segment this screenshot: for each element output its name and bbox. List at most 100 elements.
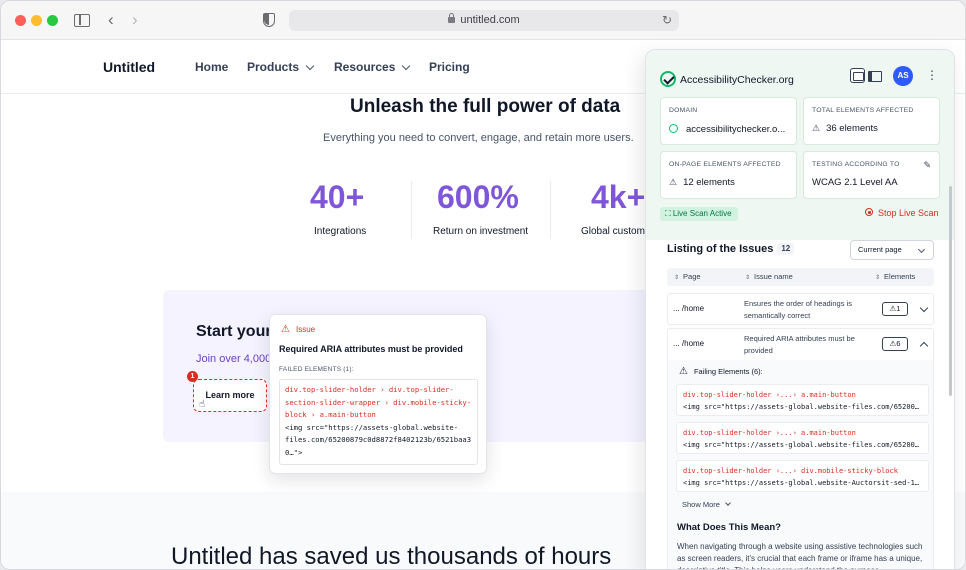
chevron-up-icon[interactable] [919,341,929,351]
live-scan-status: ⛶ Live Scan Active [660,207,738,221]
more-options-icon[interactable]: ⋮ [926,67,938,83]
failing-element-selector: div.top-slider-holder ›...› a.main-butto… [683,389,922,401]
nav-products-label: Products [247,60,300,74]
address-bar[interactable]: untitled.com ↻ [289,10,679,31]
failed-elements-label: FAILED ELEMENTS (1): [279,366,354,373]
chevron-down-icon[interactable] [919,303,929,313]
close-window-button[interactable] [15,15,26,26]
row-page: ... /home [673,304,705,313]
failing-elements-label-text: Failing Elements (6): [693,367,763,376]
extension-logo-text: AccessibilityChecker.org [680,74,794,86]
code-html-line: files.com/65200879c0d8872f8402123b/6521b… [285,435,472,444]
code-html-line: 0…"> [285,447,303,457]
chevron-down-icon [725,500,731,506]
issues-list-title: Listing of the Issues 12 [667,243,795,256]
nav-pricing[interactable]: Pricing [429,60,470,74]
zoom-window-button[interactable] [47,15,58,26]
reload-icon[interactable]: ↻ [662,10,672,31]
nav-products[interactable]: Products [247,60,315,74]
cta-title: Start your [196,323,272,340]
nav-resources-label: Resources [334,60,396,74]
failed-element-code: div.top-slider-holder › div.top-slider- … [279,379,478,465]
row-element-count-value: 1 [896,304,901,313]
privacy-shield-icon[interactable] [263,13,275,27]
back-arrow-icon[interactable]: ‹ [108,11,114,29]
column-header-elements-label: Elements [884,272,916,281]
nav-home[interactable]: Home [195,60,228,74]
show-more-button[interactable]: Show More [682,500,731,509]
code-selector-line: block › a.main-button [285,410,376,419]
issue-popup-title: Required ARIA attributes must be provide… [279,344,463,354]
stat-label: Global custom [581,226,645,237]
issue-popup-header: ⚠ Issue [281,325,315,335]
minimize-window-button[interactable] [31,15,42,26]
issues-table-header: ⇕ Page ⇕ Issue name ⇕ Elements [667,268,934,286]
extension-summary: AccessibilityChecker.org AS ⋮ DOMAIN acc… [646,50,954,240]
column-header-page[interactable]: ⇕ Page [674,272,701,281]
table-row[interactable]: ... /home Required ARIA attributes must … [667,328,934,360]
selector-prefix: div.top-slider-holder ›...› [683,467,802,475]
failing-element-selector: div.top-slider-holder ›...› div.mobile-s… [683,465,922,477]
check-circle-icon [669,124,678,133]
warning-icon: ⚠ [669,177,678,187]
total-elements-value: 36 elements [826,123,878,134]
meaning-body: When navigating through a website using … [677,542,923,569]
failing-element-code: <img src="https://assets-global.website-… [683,441,920,449]
cta-subtitle: Join over 4,000 [196,353,272,365]
window-mode-icon[interactable] [850,68,865,83]
testing-standard-value: WCAG 2.1 Level AA [812,177,898,188]
stop-live-scan-button[interactable]: Stop Live Scan [865,208,939,218]
issue-marker-badge[interactable]: 1 [187,371,198,382]
testimonial-title: Untitled has saved us thousands of hours [171,543,612,570]
code-selector-line: div.top-slider-holder › div.top-slider- [285,385,454,394]
failing-elements-label: ⚠ Failing Elements (6): [679,367,763,377]
row-page: ... /home [673,339,705,348]
chevron-down-icon [402,61,411,71]
failing-element-card[interactable]: div.top-slider-holder ›...› div.mobile-s… [676,460,929,492]
card-label: TESTING ACCORDING TO [812,161,900,168]
issues-count-badge: 12 [777,243,795,255]
card-label: DOMAIN [669,107,698,114]
stat-divider [550,181,551,239]
domain-value: accessibilitychecker.o... [686,124,786,135]
selector-target: a.main-button [801,391,856,399]
issue-popup-header-label: Issue [295,325,316,334]
panel-scrollbar[interactable] [949,186,952,396]
hand-cursor-icon: ☝ [199,399,206,410]
stop-live-scan-label: Stop Live Scan [878,208,939,218]
lock-icon [448,13,456,23]
nav-resources[interactable]: Resources [334,60,411,74]
failing-element-card[interactable]: div.top-slider-holder ›...› a.main-butto… [676,384,929,416]
failing-element-card[interactable]: div.top-slider-holder ›...› a.main-butto… [676,422,929,454]
sort-icon: ⇕ [745,275,751,281]
card-value: accessibilitychecker.o... [669,123,785,135]
accessibility-extension-panel: AccessibilityChecker.org AS ⋮ DOMAIN acc… [645,49,955,569]
card-label: TOTAL ELEMENTS AFFECTED [812,107,914,114]
edit-pencil-icon[interactable]: ✎ [923,160,931,171]
on-page-elements-card: ON-PAGE ELEMENTS AFFECTED ⚠ 12 elements [660,151,797,199]
card-label: ON-PAGE ELEMENTS AFFECTED [669,161,781,168]
hero-subtitle: Everything you need to convert, engage, … [323,132,634,144]
checkmark-logo-icon [660,71,676,87]
warning-icon: ⚠ [812,123,821,133]
forward-arrow-icon[interactable]: › [132,11,138,29]
issue-details: ⚠ Failing Elements (6): div.top-slider-ho… [667,360,934,569]
column-header-issue[interactable]: ⇕ Issue name [745,272,793,281]
page-filter-select[interactable]: Current page [850,240,934,260]
testing-standard-card[interactable]: TESTING ACCORDING TO ✎ WCAG 2.1 Level AA [803,151,940,199]
url-text: untitled.com [460,14,520,26]
stat-label: Return on investment [433,226,529,237]
selector-prefix: div.top-slider-holder ›...› [683,391,802,399]
avatar[interactable]: AS [893,66,913,86]
card-value: ⚠ 12 elements [669,177,735,188]
show-more-label: Show More [682,500,720,509]
row-element-count: ⚠6 [882,337,908,351]
selector-prefix: div.top-slider-holder ›...› [683,429,802,437]
sidebar-toggle-icon[interactable] [74,14,90,27]
column-header-elements[interactable]: ⇕ Elements [875,272,915,281]
table-row[interactable]: ... /home Ensures the order of headings … [667,293,934,325]
stat-label: Integrations [314,226,367,237]
stat-divider [411,181,412,239]
site-logo[interactable]: Untitled [103,59,155,75]
sidepanel-mode-icon[interactable] [866,68,882,83]
